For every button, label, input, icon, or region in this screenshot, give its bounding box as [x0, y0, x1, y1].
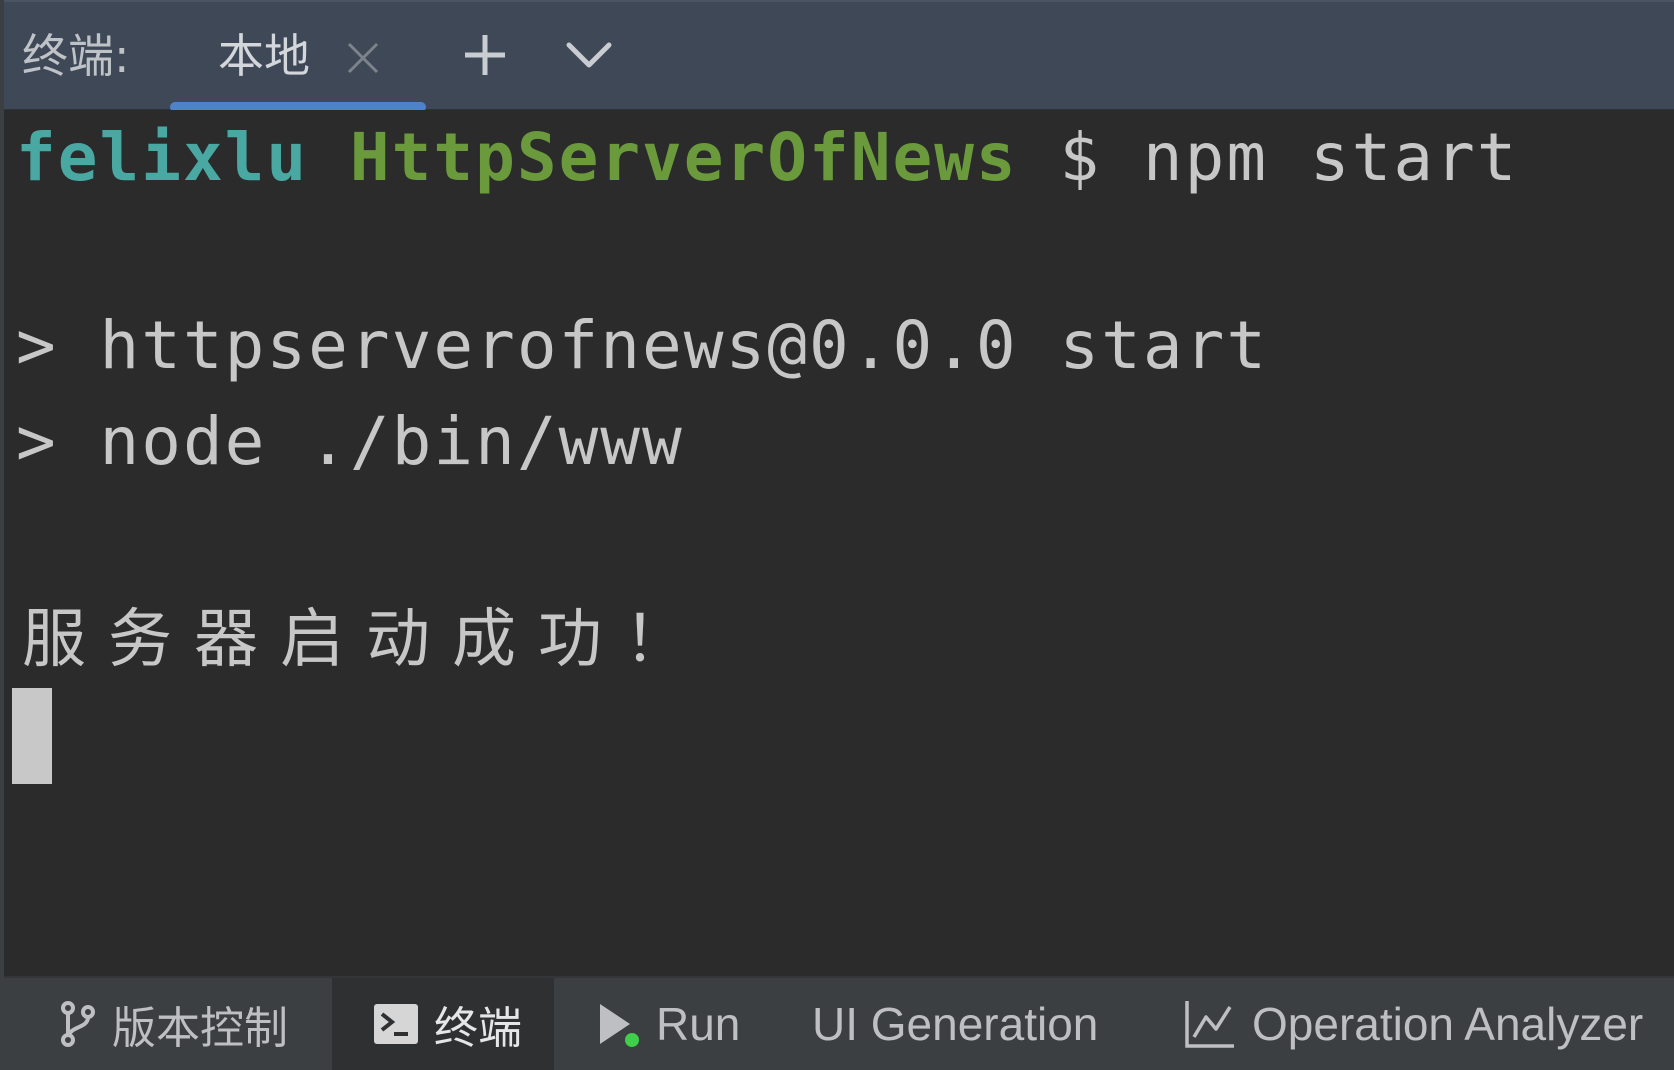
tab-menu-button[interactable] [564, 32, 614, 82]
prompt-user: felixlu [16, 119, 309, 196]
output-line: 服务器启动成功！ [22, 603, 710, 677]
git-branch-icon [60, 1000, 96, 1048]
tool-tab-run[interactable]: Run [596, 978, 746, 1070]
tool-tab-label: Operation Analyzer [1252, 998, 1644, 1050]
tool-tab-label: UI Generation [812, 998, 1099, 1050]
prompt-directory: HttpServerOfNews [349, 119, 1018, 196]
output-line: > httpserverofnews@0.0.0 start [16, 307, 1269, 384]
tool-tab-label: 版本控制 [112, 1003, 288, 1054]
terminal-icon [374, 1004, 418, 1044]
tab-local[interactable]: 本地 [170, 2, 426, 112]
tool-window-bar: 版本控制 终端 Run UI Generation Operation Anal… [4, 976, 1674, 1070]
output-line: > node ./bin/www [16, 403, 684, 480]
tab-label: 本地 [218, 29, 310, 83]
prompt-symbol: $ [1059, 119, 1102, 196]
terminal-cursor [12, 688, 52, 784]
tool-tab-version-control[interactable]: 版本控制 [60, 978, 320, 1070]
run-icon [596, 1000, 640, 1048]
prompt-line: felixlu HttpServerOfNews $ npm start [16, 114, 1519, 202]
tool-tab-terminal[interactable]: 终端 [332, 978, 554, 1070]
chart-line-icon [1184, 999, 1236, 1049]
terminal-tab-bar: 终端: 本地 [4, 0, 1674, 112]
plus-icon [463, 33, 507, 81]
close-icon[interactable] [345, 40, 381, 76]
chevron-down-icon [565, 37, 613, 77]
tool-tab-operation-analyzer[interactable]: Operation Analyzer [1184, 978, 1664, 1070]
tool-tab-ui-generation[interactable]: UI Generation [812, 978, 1102, 1070]
tool-tab-label: 终端 [434, 1003, 522, 1054]
new-tab-button[interactable] [460, 32, 510, 82]
prompt-command: npm start [1142, 119, 1519, 196]
tool-tab-label: Run [656, 998, 741, 1050]
ide-window: 终端: 本地 felixlu HttpServerOfNews $ npm st… [0, 0, 1674, 1070]
terminal-tool-title: 终端: [22, 29, 130, 83]
terminal-output[interactable]: felixlu HttpServerOfNews $ npm start > h… [4, 110, 1674, 976]
